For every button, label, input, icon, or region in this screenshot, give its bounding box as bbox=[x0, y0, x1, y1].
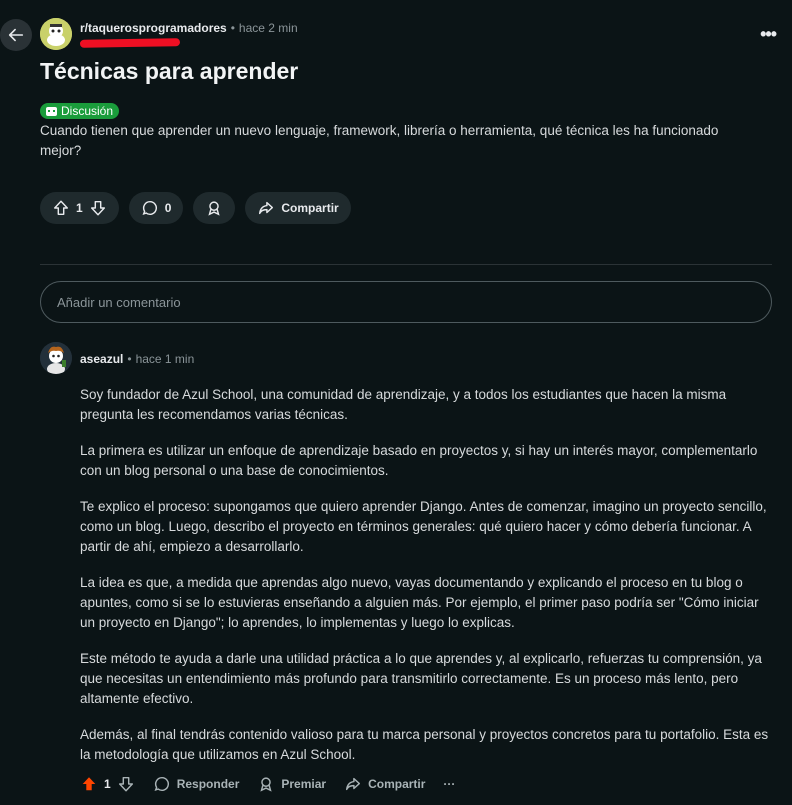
comment-paragraph: Soy fundador de Azul School, una comunid… bbox=[80, 387, 727, 422]
reply-button[interactable]: Responder bbox=[153, 775, 240, 793]
share-icon bbox=[259, 201, 274, 215]
comment-actions: 1 Responder Premiar Compartir ··· bbox=[80, 775, 455, 793]
comment-paragraph: La idea es que, a medida que aprendas al… bbox=[80, 575, 759, 630]
comment-icon bbox=[142, 200, 157, 216]
comment-paragraph: Además, al final tendrás contenido valio… bbox=[80, 727, 769, 762]
subreddit-avatar[interactable] bbox=[40, 18, 72, 50]
avatar[interactable] bbox=[40, 342, 72, 374]
comment-meta: aseazul • hace 1 min bbox=[80, 352, 194, 366]
comment-body: Soy fundador de Azul School, una comunid… bbox=[80, 385, 770, 781]
share-label: Compartir bbox=[281, 201, 339, 215]
upvote-icon[interactable] bbox=[52, 199, 70, 217]
subreddit-name[interactable]: r/taquerosprogramadores bbox=[80, 21, 227, 35]
upvote-filled-icon[interactable] bbox=[80, 775, 98, 793]
post-time: hace 2 min bbox=[238, 21, 298, 35]
comment-input-placeholder: Añadir un comentario bbox=[57, 294, 181, 310]
comment-count: 0 bbox=[164, 201, 172, 215]
post-meta: r/taquerosprogramadores • hace 2 min bbox=[80, 21, 298, 35]
comments-button[interactable]: 0 bbox=[128, 192, 184, 224]
share-comment-button[interactable]: Compartir bbox=[344, 775, 425, 793]
comment-paragraph: Te explico el proceso: supongamos que qu… bbox=[80, 499, 767, 554]
comment-vote-control: 1 bbox=[80, 775, 135, 793]
comment-more-button[interactable]: ··· bbox=[443, 777, 455, 791]
award-icon bbox=[208, 201, 220, 216]
post-vote-count: 1 bbox=[76, 201, 83, 215]
separator-dot: • bbox=[127, 352, 132, 366]
comment-username[interactable]: aseazul bbox=[80, 352, 123, 366]
more-icon: ··· bbox=[443, 777, 456, 791]
chat-icon bbox=[46, 106, 57, 116]
vote-control: 1 bbox=[40, 192, 119, 224]
divider bbox=[40, 264, 772, 265]
award-icon bbox=[260, 777, 272, 792]
award-button[interactable] bbox=[193, 192, 236, 224]
share-icon bbox=[346, 777, 361, 791]
flair-label: Discusión bbox=[61, 104, 114, 118]
comment-paragraph: La primera es utilizar un enfoque de apr… bbox=[80, 443, 758, 478]
post-actions: 1 0 Compartir bbox=[40, 192, 351, 224]
user-avatar-icon bbox=[40, 342, 72, 374]
subreddit-icon bbox=[40, 18, 72, 50]
post-body: Cuando tienen que aprender un nuevo leng… bbox=[40, 123, 719, 158]
comment-share-label: Compartir bbox=[368, 777, 426, 791]
more-options-button[interactable]: ••• bbox=[760, 24, 777, 45]
back-button[interactable] bbox=[0, 19, 32, 51]
comment-icon bbox=[154, 776, 169, 792]
comment-time: hace 1 min bbox=[135, 352, 195, 366]
post-flair[interactable]: Discusión bbox=[40, 103, 120, 119]
comment-vote-count: 1 bbox=[104, 777, 111, 791]
award-comment-button[interactable]: Premiar bbox=[257, 775, 326, 793]
arrow-left-icon bbox=[8, 28, 24, 42]
share-button[interactable]: Compartir bbox=[245, 192, 351, 224]
post-title: Técnicas para aprender bbox=[40, 58, 299, 84]
comment-input[interactable]: Añadir un comentario bbox=[40, 281, 772, 323]
redacted-username bbox=[79, 38, 181, 48]
reply-label: Responder bbox=[176, 777, 240, 791]
downvote-icon[interactable] bbox=[117, 775, 135, 793]
comment-paragraph: Este método te ayuda a darle una utilida… bbox=[80, 651, 762, 706]
downvote-icon[interactable] bbox=[89, 199, 107, 217]
award-label: Premiar bbox=[281, 777, 327, 791]
separator-dot: • bbox=[230, 21, 235, 35]
